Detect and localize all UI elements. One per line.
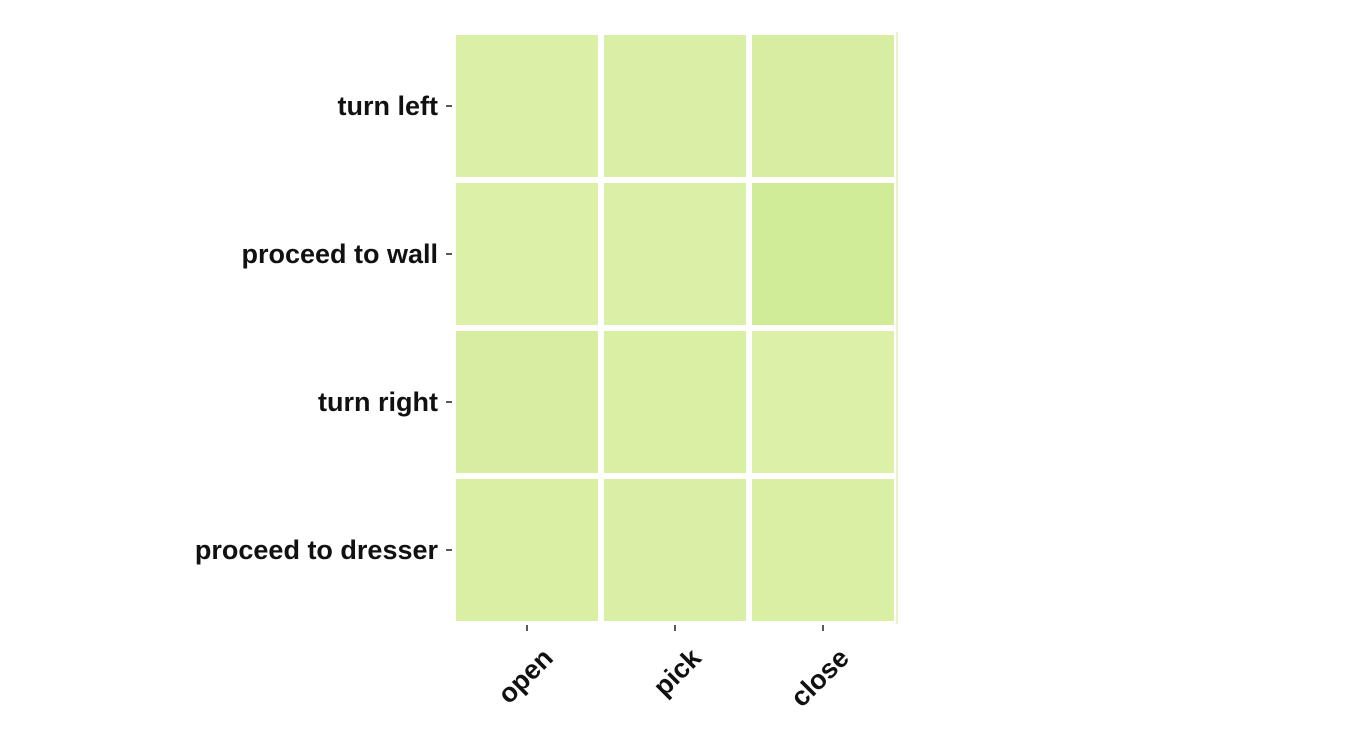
heatmap-chart: turn left proceed to wall turn right procee…: [195, 32, 898, 713]
y-tick-label: proceed to dresser: [195, 535, 439, 565]
heatmap-cells: [456, 35, 894, 621]
x-tick-label: pick: [647, 642, 707, 702]
heatmap-cell-0-0: [456, 35, 598, 177]
x-axis: open pick close: [492, 625, 855, 713]
y-tick-label: proceed to wall: [241, 239, 438, 269]
y-axis: turn left proceed to wall turn right procee…: [195, 91, 452, 565]
y-tick-label: turn right: [318, 387, 438, 417]
heatmap-cell-1-2: [752, 183, 894, 325]
x-tick-label: close: [785, 643, 855, 713]
heatmap-cell-2-1: [604, 331, 746, 473]
heatmap-cell-3-2: [752, 479, 894, 621]
x-tick-label: open: [492, 643, 559, 710]
y-tick-label: turn left: [338, 91, 439, 121]
heatmap-cell-1-1: [604, 183, 746, 325]
heatmap-cell-2-2: [752, 331, 894, 473]
heatmap-cell-1-0: [456, 183, 598, 325]
heatmap-cell-2-0: [456, 331, 598, 473]
heatmap-cell-0-2: [752, 35, 894, 177]
heatmap-cell-3-0: [456, 479, 598, 621]
heatmap-cell-3-1: [604, 479, 746, 621]
heatmap-cell-0-1: [604, 35, 746, 177]
